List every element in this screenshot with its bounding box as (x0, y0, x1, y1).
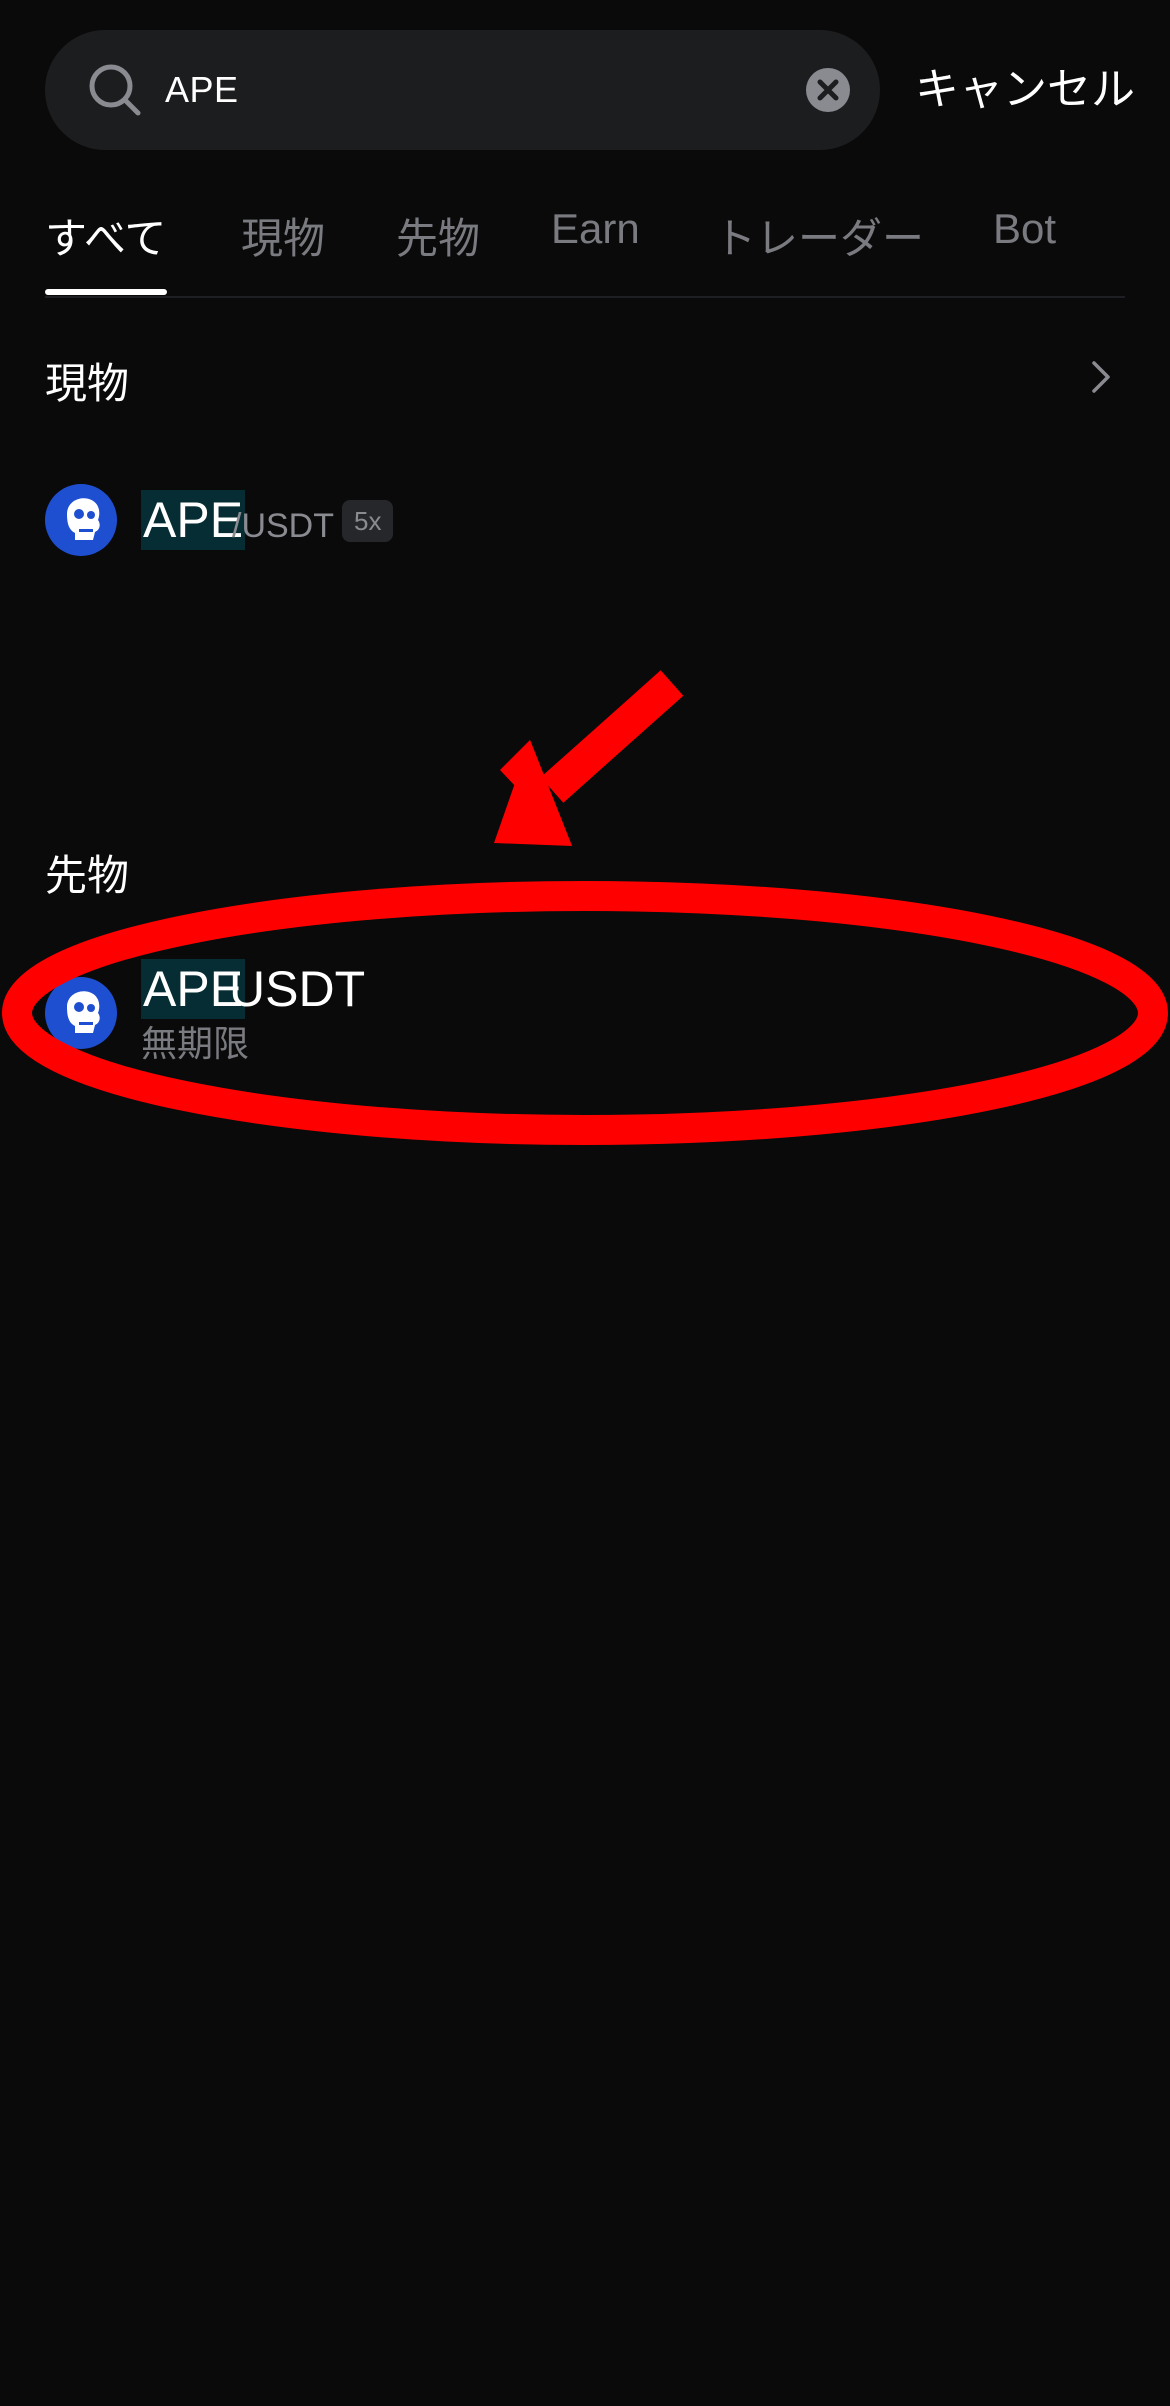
category-tabs: すべて 現物 先物 Earn トレーダー Bot (0, 185, 1170, 295)
search-input[interactable]: APE (165, 30, 239, 150)
leverage-badge: 5x (342, 500, 394, 542)
tab-spot[interactable]: 現物 (241, 205, 325, 266)
tab-bot[interactable]: Bot (993, 205, 1056, 253)
tab-traders[interactable]: トレーダー (714, 205, 924, 266)
active-tab-indicator (45, 289, 167, 295)
chevron-right-icon[interactable] (1086, 357, 1116, 397)
futures-result-row[interactable]: APE USDT 無期限 (45, 955, 1125, 1075)
clear-icon[interactable] (806, 68, 850, 112)
annotation-arrow (494, 670, 684, 846)
spot-section-title: 現物 (45, 360, 130, 407)
pair-base-symbol: APE (141, 490, 246, 550)
ape-coin-icon (45, 484, 117, 556)
spot-result-row[interactable]: APE /USDT 5x (45, 480, 1125, 560)
futures-contract-type: 無期限 (141, 1023, 250, 1064)
annotation-overlay (2, 670, 1168, 1145)
tab-futures[interactable]: 先物 (396, 205, 480, 266)
tabs-divider (45, 296, 1125, 298)
cancel-button[interactable]: キャンセル (915, 30, 1135, 150)
tab-earn[interactable]: Earn (551, 205, 640, 253)
pair-quote-symbol: /USDT (232, 507, 334, 545)
search-icon (89, 64, 141, 116)
search-bar[interactable]: APE (45, 30, 880, 150)
futures-section-title: 先物 (45, 852, 130, 899)
futures-quote-symbol: USDT (229, 961, 366, 1017)
ape-coin-icon (45, 977, 117, 1049)
tab-all[interactable]: すべて (45, 205, 166, 266)
